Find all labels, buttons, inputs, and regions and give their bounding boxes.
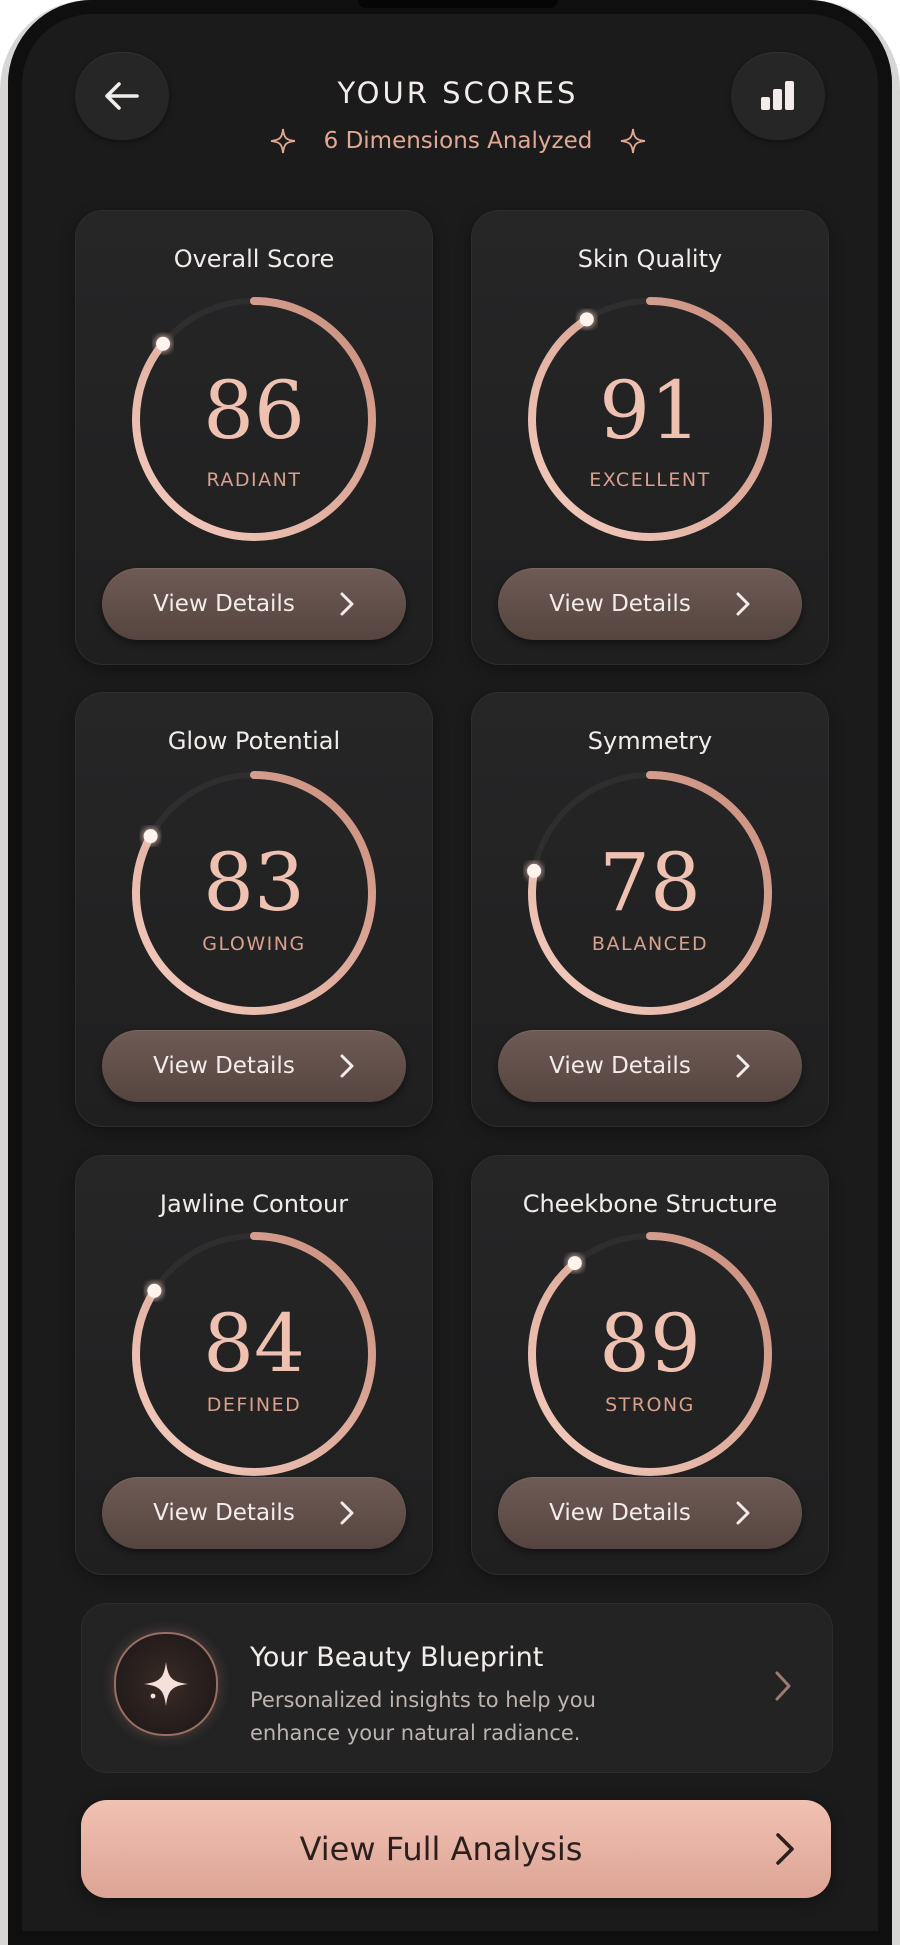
card-title: Cheekbone Structure [522, 1190, 778, 1218]
ring-end-dot [567, 1256, 582, 1271]
sparkle-icon [114, 1632, 218, 1736]
score-value: 89 [599, 1297, 701, 1390]
view-details-button[interactable]: View Details [102, 568, 406, 640]
chevron-right-icon [340, 1054, 354, 1078]
stats-button[interactable] [731, 52, 825, 140]
score-label: RADIANT [206, 469, 302, 491]
ring-end-dot [579, 312, 594, 327]
score-label: STRONG [605, 1394, 695, 1416]
view-details-label: View Details [549, 591, 691, 617]
sparkle-icon [270, 128, 295, 154]
card-title: Glow Potential [167, 727, 341, 755]
blueprint-title: Your Beauty Blueprint [250, 1642, 544, 1673]
score-value: 91 [599, 364, 701, 457]
chevron-right-icon [736, 592, 750, 616]
score-card-symmetry: Symmetry 78 BALANCED View Details [471, 692, 829, 1127]
chevron-right-icon [736, 1501, 750, 1525]
score-value: 83 [203, 836, 305, 929]
card-title: Overall Score [173, 245, 335, 273]
device-notch [358, 0, 558, 8]
view-details-button[interactable]: View Details [498, 1030, 802, 1102]
view-details-button[interactable]: View Details [498, 1477, 802, 1549]
view-details-button[interactable]: View Details [102, 1030, 406, 1102]
ring-end-dot [147, 1283, 162, 1298]
dimensions-count-text: 6 Dimensions Analyzed [323, 128, 593, 154]
score-label: EXCELLENT [589, 469, 711, 491]
card-title: Symmetry [587, 727, 713, 755]
app-screen: YOUR SCORES 6 Dimensions Analyzed Overal… [8, 0, 892, 1945]
view-details-label: View Details [549, 1053, 691, 1079]
chevron-right-icon [340, 1501, 354, 1525]
blueprint-description: Personalized insights to help you enhanc… [250, 1688, 596, 1745]
view-details-label: View Details [153, 591, 295, 617]
card-title: Jawline Contour [159, 1190, 349, 1218]
score-value: 84 [203, 1297, 305, 1390]
score-value: 86 [203, 364, 305, 457]
chevron-right-icon [776, 1833, 794, 1865]
score-card-cheekbone-structure: Cheekbone Structure 89 STRONG View Detai… [471, 1155, 829, 1575]
beauty-blueprint-card[interactable]: Your Beauty Blueprint Personalized insig… [81, 1603, 833, 1773]
view-details-label: View Details [549, 1500, 691, 1526]
view-full-analysis-button[interactable]: View Full Analysis [81, 1800, 831, 1898]
view-details-label: View Details [153, 1500, 295, 1526]
chevron-right-icon [775, 1671, 791, 1701]
view-details-button[interactable]: View Details [498, 568, 802, 640]
bar-chart-icon [761, 81, 794, 110]
ring-end-dot [156, 336, 171, 351]
view-details-label: View Details [153, 1053, 295, 1079]
score-card-glow-potential: Glow Potential 83 GLOWING View Details [75, 692, 433, 1127]
cta-label: View Full Analysis [299, 1830, 583, 1868]
score-value: 78 [599, 836, 701, 929]
score-label: DEFINED [206, 1394, 302, 1416]
score-label: BALANCED [591, 933, 709, 955]
chevron-right-icon [736, 1054, 750, 1078]
view-details-button[interactable]: View Details [102, 1477, 406, 1549]
sparkle-icon [621, 128, 646, 154]
score-label: GLOWING [202, 933, 306, 955]
score-card-jawline-contour: Jawline Contour 84 DEFINED View Details [75, 1155, 433, 1575]
phone-frame: YOUR SCORES 6 Dimensions Analyzed Overal… [0, 0, 900, 1945]
card-title: Skin Quality [577, 245, 723, 273]
chevron-right-icon [340, 592, 354, 616]
score-card-skin-quality: Skin Quality 91 EXCELLENT View Details [471, 210, 829, 665]
score-card-overall: Overall Score 86 RADIANT View Details [75, 210, 433, 665]
ring-end-dot [143, 829, 158, 844]
